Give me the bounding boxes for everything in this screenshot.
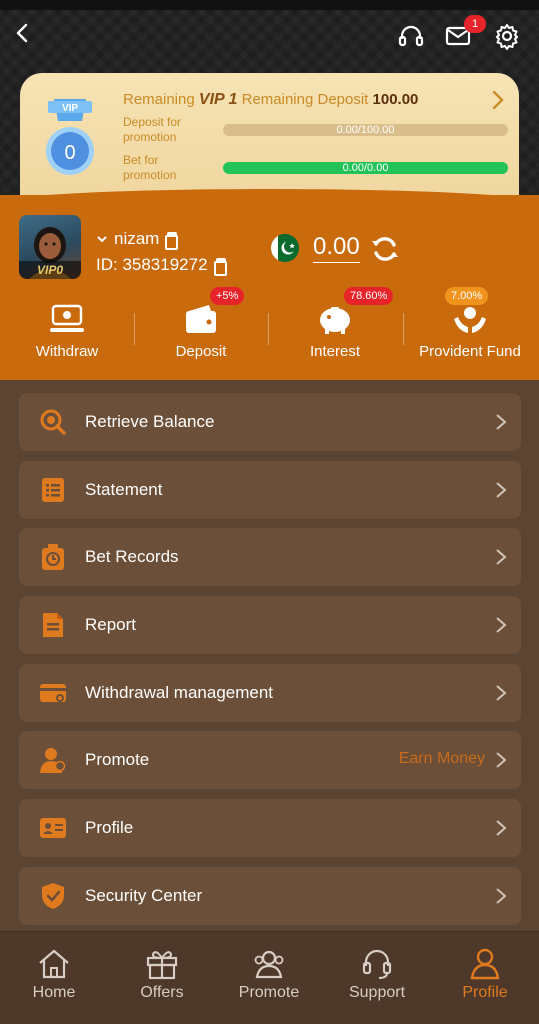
user-panel: VIP0 nizam ID: 358319272 0.00 Withdraw +… bbox=[0, 189, 539, 380]
vip-title: Remaining VIP 1 Remaining Deposit 100.00 bbox=[123, 91, 419, 108]
mail-badge: 1 bbox=[464, 15, 486, 33]
menu-item-label: Report bbox=[85, 615, 137, 634]
provident-fund-button[interactable]: 7.00% Provident Fund bbox=[403, 287, 537, 363]
nav-profile-label: Profile bbox=[462, 984, 508, 1001]
back-icon[interactable] bbox=[10, 20, 36, 46]
withdraw-button[interactable]: Withdraw bbox=[0, 293, 134, 363]
username: nizam bbox=[114, 229, 160, 248]
deposit-progress-bar: 0.00/100.00 bbox=[223, 124, 508, 136]
chevron-right-icon bbox=[495, 413, 507, 431]
avatar[interactable]: VIP0 bbox=[19, 215, 81, 279]
nav-promote-label: Promote bbox=[238, 984, 300, 1001]
vip-medal-icon: VIP 0 bbox=[42, 99, 98, 179]
chevron-right-icon bbox=[495, 616, 507, 634]
pakistan-flag-icon bbox=[271, 234, 299, 262]
retrieve-icon bbox=[39, 408, 67, 436]
gear-icon[interactable] bbox=[493, 22, 521, 50]
user-icon bbox=[467, 946, 503, 982]
copy-id-icon[interactable] bbox=[213, 258, 227, 276]
headset-icon[interactable] bbox=[397, 22, 425, 50]
bet-promotion-label: Bet for promotion bbox=[123, 153, 177, 182]
provident-fund-label: Provident Fund bbox=[419, 343, 521, 360]
nav-offers-label: Offers bbox=[140, 984, 184, 1001]
bottom-nav: Home Offers Promote Support Profile bbox=[0, 931, 539, 1024]
status-bar bbox=[0, 0, 539, 10]
headset-icon bbox=[359, 946, 395, 982]
withdraw-icon bbox=[49, 303, 85, 335]
menu-item-label: Withdrawal management bbox=[85, 683, 274, 702]
avatar-vip-tag: VIP0 bbox=[19, 261, 81, 279]
chevron-right-icon bbox=[495, 548, 507, 566]
refresh-icon[interactable] bbox=[369, 233, 401, 265]
vip-level: VIP 1 bbox=[198, 91, 238, 108]
balance-amount: 0.00 bbox=[313, 233, 360, 263]
chevron-right-icon bbox=[495, 751, 507, 769]
chevron-right-icon bbox=[495, 819, 507, 837]
menu-item-report[interactable]: Report bbox=[19, 596, 521, 654]
piggy-bank-icon bbox=[317, 303, 353, 335]
deposit-promotion-label: Deposit for promotion bbox=[123, 115, 182, 144]
nav-promote[interactable]: Promote bbox=[215, 932, 323, 1024]
remaining-deposit: 100.00 bbox=[372, 91, 419, 108]
deposit-button[interactable]: +5% Deposit bbox=[134, 287, 268, 363]
id-card-icon bbox=[39, 814, 67, 842]
menu-item-security-center[interactable]: Security Center bbox=[19, 867, 521, 925]
wallet-icon bbox=[183, 303, 219, 335]
promote-icon bbox=[39, 746, 67, 774]
chevron-right-icon bbox=[495, 887, 507, 905]
menu-item-promote[interactable]: Promote Earn Money bbox=[19, 731, 521, 789]
hands-coin-icon bbox=[452, 303, 488, 335]
users-icon bbox=[251, 946, 287, 982]
card-icon bbox=[39, 679, 67, 707]
menu-item-label: Profile bbox=[85, 818, 134, 837]
earn-money-text: Earn Money bbox=[398, 750, 485, 767]
interest-button[interactable]: 78.60% Interest bbox=[268, 287, 402, 363]
interest-label: Interest bbox=[309, 343, 361, 360]
statement-icon bbox=[39, 476, 67, 504]
user-id-row: ID: 358319272 bbox=[96, 255, 227, 276]
username-row: nizam bbox=[96, 229, 179, 250]
interest-badge: 78.60% bbox=[344, 287, 394, 305]
vip-medal-level: 0 bbox=[64, 142, 75, 164]
nav-home[interactable]: Home bbox=[0, 932, 108, 1024]
menu-item-profile[interactable]: Profile bbox=[19, 799, 521, 857]
menu-item-retrieve-balance[interactable]: Retrieve Balance bbox=[19, 393, 521, 451]
deposit-label: Deposit bbox=[175, 343, 227, 360]
bet-progress-bar: 0.00/0.00 bbox=[223, 162, 508, 174]
report-icon bbox=[39, 611, 67, 639]
withdraw-label: Withdraw bbox=[35, 343, 99, 360]
nav-offers[interactable]: Offers bbox=[108, 932, 216, 1024]
chevron-down-icon[interactable] bbox=[96, 233, 108, 245]
menu-item-label: Promote bbox=[85, 750, 150, 769]
header: 1 VIP 0 Remaining VIP 1 Remaining Deposi… bbox=[0, 0, 539, 205]
menu-item-label: Bet Records bbox=[85, 547, 179, 566]
chevron-right-icon bbox=[495, 481, 507, 499]
home-icon bbox=[36, 946, 72, 982]
copy-name-icon[interactable] bbox=[165, 232, 179, 250]
menu-item-label: Retrieve Balance bbox=[85, 412, 215, 431]
vip-card[interactable]: VIP 0 Remaining VIP 1 Remaining Deposit … bbox=[20, 73, 519, 203]
bet-records-icon bbox=[39, 543, 67, 571]
menu-item-label: Statement bbox=[85, 480, 163, 499]
gift-icon bbox=[144, 946, 180, 982]
menu-item-withdrawal-management[interactable]: Withdrawal management bbox=[19, 664, 521, 722]
deposit-badge: +5% bbox=[210, 287, 245, 305]
nav-support[interactable]: Support bbox=[323, 932, 431, 1024]
svg-text:VIP: VIP bbox=[62, 103, 78, 114]
chevron-right-icon[interactable] bbox=[490, 89, 506, 111]
provident-fund-badge: 7.00% bbox=[445, 287, 489, 305]
shield-icon bbox=[39, 882, 67, 910]
chevron-right-icon bbox=[495, 684, 507, 702]
nav-profile[interactable]: Profile bbox=[431, 932, 539, 1024]
nav-support-label: Support bbox=[348, 984, 406, 1001]
user-id: ID: 358319272 bbox=[96, 255, 208, 274]
menu-item-bet-records[interactable]: Bet Records bbox=[19, 528, 521, 586]
menu-item-statement[interactable]: Statement bbox=[19, 461, 521, 519]
nav-home-label: Home bbox=[32, 984, 76, 1001]
menu-item-label: Security Center bbox=[85, 886, 203, 905]
